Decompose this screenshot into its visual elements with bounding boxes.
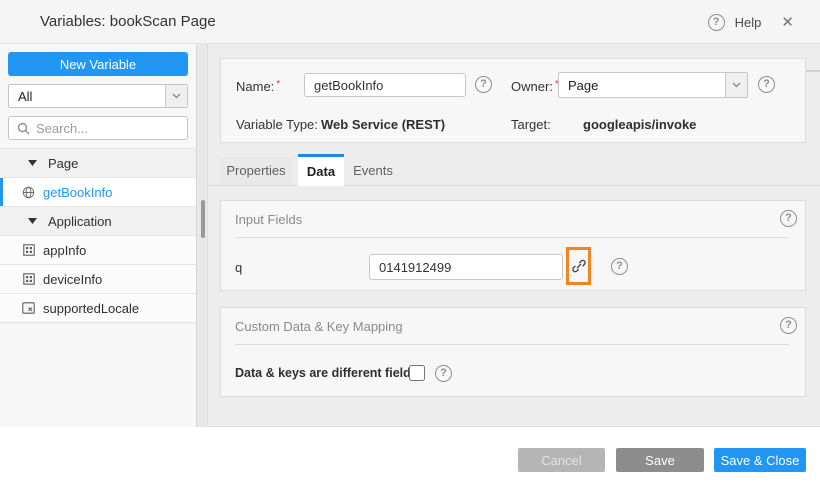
variable-type-label: Variable Type: — [236, 117, 318, 132]
app-info-icon — [22, 244, 35, 256]
owner-help-icon[interactable]: ? — [758, 76, 775, 93]
input-field-key: q — [235, 260, 243, 275]
cancel-button[interactable]: Cancel — [518, 448, 605, 472]
search-icon — [17, 122, 30, 135]
tree-group-label: Application — [48, 213, 112, 229]
input-field-value[interactable] — [369, 254, 563, 280]
detail-tabs: Properties Data Events — [208, 154, 820, 186]
input-fields-section: Input Fields ? q ? — [220, 200, 806, 291]
help-link[interactable]: Help — [735, 15, 762, 30]
filter-dropdown-value: All — [18, 88, 33, 104]
owner-dropdown[interactable]: Page — [558, 72, 748, 98]
save-and-close-button[interactable]: Save & Close — [714, 448, 806, 472]
chevron-down-icon — [725, 73, 747, 97]
custom-mapping-section: Custom Data & Key Mapping ? Data & keys … — [220, 307, 806, 397]
sidebar-divider — [196, 44, 208, 427]
tree-group-application[interactable]: Application — [0, 207, 196, 236]
variable-type-value: Web Service (REST) — [321, 117, 446, 132]
new-variable-button[interactable]: New Variable — [8, 52, 188, 76]
name-input[interactable] — [304, 73, 466, 97]
bind-data-button[interactable] — [566, 247, 591, 285]
selected-indicator — [0, 178, 3, 206]
owner-dropdown-value: Page — [568, 77, 599, 93]
tab-data[interactable]: Data — [298, 154, 344, 186]
dialog-header: Variables: bookScan Page ? Help ✕ — [0, 0, 820, 44]
different-fields-checkbox[interactable] — [409, 365, 425, 381]
help-icon[interactable]: ? — [707, 13, 725, 31]
variables-dialog: Variables: bookScan Page ? Help ✕ New Va… — [0, 0, 820, 486]
custom-mapping-help-icon[interactable]: ? — [780, 317, 797, 334]
section-divider — [235, 344, 789, 345]
filter-dropdown[interactable]: All — [8, 84, 188, 108]
chevron-down-icon — [165, 85, 187, 107]
tree-group-page[interactable]: Page — [0, 149, 196, 178]
section-title: Custom Data & Key Mapping — [235, 319, 403, 334]
tree-item-deviceinfo[interactable]: deviceInfo — [0, 265, 196, 294]
caret-down-icon — [26, 218, 39, 224]
section-divider — [235, 237, 789, 238]
web-service-icon — [22, 186, 35, 199]
tab-properties[interactable]: Properties — [220, 157, 292, 185]
link-icon — [571, 258, 587, 274]
tree-item-label: deviceInfo — [43, 271, 103, 287]
dialog-title: Variables: bookScan Page — [40, 13, 216, 30]
different-fields-help-icon[interactable]: ? — [435, 365, 452, 382]
owner-label: Owner: * — [511, 79, 559, 94]
input-field-help-icon[interactable]: ? — [611, 258, 628, 275]
target-value: googleapis/invoke — [583, 117, 697, 132]
different-fields-label: Data & keys are different fields — [235, 366, 418, 380]
name-label: Name: * — [236, 79, 281, 94]
tab-events[interactable]: Events — [350, 157, 396, 185]
save-button[interactable]: Save — [616, 448, 704, 472]
tree-group-label: Page — [48, 155, 79, 171]
tree-item-label: appInfo — [43, 242, 87, 258]
variables-sidebar: New Variable All Page — [0, 44, 196, 427]
close-icon[interactable]: ✕ — [781, 13, 794, 31]
device-info-icon — [22, 273, 35, 285]
required-marker: * — [276, 79, 281, 90]
section-title: Input Fields — [235, 212, 303, 227]
search-input[interactable] — [36, 120, 179, 136]
name-help-icon[interactable]: ? — [475, 76, 492, 93]
search-box — [8, 116, 188, 140]
locale-icon — [22, 302, 35, 314]
tree-item-label: getBookInfo — [43, 184, 113, 200]
target-label: Target: — [511, 117, 551, 132]
variable-detail-pane: Name:* ? Owner:* Page ? Variable Type: W… — [208, 44, 820, 427]
tree-item-appinfo[interactable]: appInfo — [0, 236, 196, 265]
variable-summary-panel: Name:* ? Owner:* Page ? Variable Type: W… — [220, 58, 806, 143]
dialog-footer: Cancel Save Save & Close — [0, 428, 820, 486]
tree-item-label: supportedLocale — [43, 300, 140, 316]
tree-item-getbookinfo[interactable]: getBookInfo — [0, 178, 196, 207]
tree-item-supportedlocale[interactable]: supportedLocale — [0, 294, 196, 323]
scrollbar-thumb[interactable] — [201, 200, 205, 238]
input-fields-help-icon[interactable]: ? — [780, 210, 797, 227]
variables-tree: Page getBookInfo Application appInfo dev… — [0, 148, 196, 323]
caret-down-icon — [26, 160, 39, 166]
